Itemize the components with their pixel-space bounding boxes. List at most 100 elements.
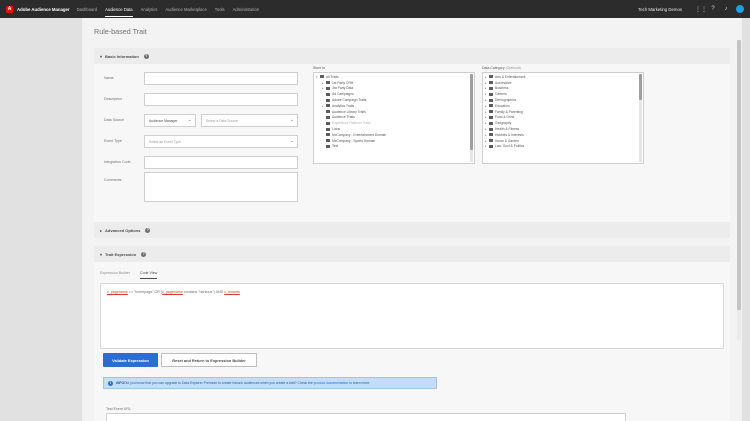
tree-item-label: Careers — [495, 92, 507, 97]
basic-information-title: Basic Information — [105, 53, 139, 59]
event-type-label: Event Type — [104, 139, 122, 143]
page-scrollbar[interactable] — [737, 40, 741, 340]
folder-icon — [326, 110, 330, 114]
folder-icon — [489, 110, 493, 114]
tree-item-label: Test — [332, 144, 339, 149]
folder-icon — [326, 144, 330, 148]
tree-item-label: Demographics — [495, 98, 517, 103]
adobe-logo-icon[interactable]: A — [6, 5, 13, 13]
code-text: == "homepage" OR ( — [127, 290, 163, 294]
data-category-scrollbar[interactable] — [639, 74, 642, 162]
page-scroll-thumb[interactable] — [737, 40, 741, 310]
data-category-list: ▸ Arts & Entertainment ▸ Automotive ▸ Busines… — [483, 73, 643, 149]
folder-icon — [326, 92, 330, 96]
validate-expression-button[interactable]: Validate Expression — [103, 353, 158, 367]
code-variable: c_pagename — [162, 290, 183, 294]
help-icon[interactable]: ? — [141, 251, 147, 257]
data-category-label: Data Category (Optional) — [482, 66, 521, 70]
nav-dashboard[interactable]: Dashboard — [77, 1, 98, 17]
store-in-tree[interactable]: ▾ All Traits ▸ 1st Party CRM ▸ 3rd Party Data… — [313, 72, 475, 164]
tab-expression-builder[interactable]: Expression Builder — [100, 271, 130, 279]
notification-icon[interactable]: ♪ — [721, 6, 731, 12]
info-icon: i — [108, 380, 113, 386]
trait-expression-header[interactable]: ▾ Trait Expression ? — [94, 246, 730, 262]
top-right-controls: Tech Marketing Demos ⋮⋮ ? ♪ — [638, 0, 744, 18]
tree-item-label: Health & Fitness — [495, 127, 520, 132]
nav-administration[interactable]: Administration — [233, 1, 260, 17]
folder-icon — [489, 86, 493, 90]
folder-icon — [489, 75, 493, 79]
tree-item-label: Lotus — [332, 127, 341, 132]
nav-audience-marketplace[interactable]: Audience Marketplace — [165, 1, 206, 17]
tree-item-label: Family & Parenting — [495, 109, 523, 114]
nav-analytics[interactable]: Analytics — [141, 1, 158, 17]
help-icon[interactable]: ? — [145, 227, 151, 233]
tree-item-label: 3rd Party Data — [332, 86, 354, 91]
trait-expression-title: Trait Expression — [105, 251, 137, 257]
data-category-label-text: Data Category — [482, 66, 505, 70]
code-variable: c_pagename — [107, 290, 128, 294]
help-icon[interactable]: ? — [708, 6, 718, 12]
expression-tabs: Expression Builder Code View — [100, 271, 167, 279]
integration-code-input[interactable] — [144, 156, 298, 169]
tree-item-label: All Traits — [326, 74, 339, 79]
grid-icon[interactable]: ⋮⋮ — [695, 6, 707, 13]
nav-tools[interactable]: Tools — [215, 1, 225, 17]
main-nav: Dashboard Audience Data Analytics Audien… — [77, 1, 268, 17]
user-avatar[interactable] — [736, 5, 744, 13]
caret-down-icon: ▾ — [100, 53, 103, 59]
tree-item-label: Home & Garden — [495, 138, 519, 143]
folder-icon — [326, 115, 330, 119]
tree-item-label: Audience Traits — [332, 115, 355, 120]
advanced-options-header[interactable]: ▸ Advanced Options ? — [94, 222, 730, 238]
tree-item[interactable]: Test — [316, 144, 474, 150]
tree-item-label: Ad Campaigns — [332, 92, 354, 97]
caret-right-icon: ▸ — [100, 227, 103, 233]
folder-icon — [489, 104, 493, 108]
tree-item-label: Automotive — [495, 80, 512, 85]
tab-code-view[interactable]: Code View — [139, 271, 158, 279]
nav-audience-data[interactable]: Audience Data — [105, 1, 133, 17]
data-category-optional: (Optional) — [505, 66, 521, 70]
page-content: Rule-based Trait ▾ Basic Information ? N… — [82, 18, 742, 421]
folder-icon — [489, 121, 493, 125]
test-event-url-input[interactable] — [106, 413, 626, 421]
folder-icon — [326, 121, 330, 125]
name-label: Name — [104, 76, 114, 80]
event-type-select[interactable]: Select an Event Type — [144, 135, 298, 148]
tree-item-label: Arts & Entertainment — [495, 74, 526, 79]
data-category-tree[interactable]: ▸ Arts & Entertainment ▸ Automotive ▸ Busines… — [482, 72, 644, 164]
tree-item-label: Food & Drink — [495, 115, 515, 120]
tree-item-label: Hobbies & Interests — [495, 132, 524, 137]
description-input[interactable] — [144, 93, 298, 106]
advanced-options-title: Advanced Options — [105, 227, 141, 233]
store-in-scrollbar[interactable] — [470, 74, 473, 162]
top-nav-bar: A Adobe Audience Manager Dashboard Audie… — [0, 0, 750, 18]
store-in-label: Store In — [313, 66, 326, 70]
folder-icon — [326, 86, 330, 90]
info-text: Did you know that you can upgrade to Dat… — [124, 381, 313, 385]
data-source-detail-select[interactable]: Select a Data Source — [201, 114, 298, 127]
reset-expression-button[interactable]: Reset and Return to Expression Builder — [161, 353, 257, 367]
data-source-select[interactable]: Audience Manager — [144, 114, 196, 127]
basic-information-header[interactable]: ▾ Basic Information ? — [94, 48, 730, 64]
tree-item-label: McCompany - Entertainment Domain — [332, 132, 387, 137]
data-category-scroll-thumb[interactable] — [639, 74, 642, 100]
app-name[interactable]: Adobe Audience Manager — [17, 7, 70, 12]
tree-item-label: Business — [495, 86, 509, 91]
comments-textarea[interactable] — [144, 172, 298, 202]
tree-item[interactable]: ▸ Law, Govt & Politics — [485, 144, 643, 150]
folder-icon — [489, 98, 493, 102]
folder-icon — [489, 133, 493, 137]
store-in-scroll-thumb[interactable] — [470, 74, 473, 150]
org-name[interactable]: Tech Marketing Demos — [638, 7, 682, 12]
product-documentation-link[interactable]: product documentation — [314, 381, 349, 385]
tree-item-label: McCompany - Sports Domain — [332, 138, 376, 143]
folder-icon — [320, 75, 324, 79]
info-text-end: to learn more. — [349, 381, 371, 385]
name-input[interactable] — [144, 72, 298, 85]
folder-icon — [326, 127, 330, 131]
help-icon[interactable]: ? — [143, 53, 149, 59]
folder-icon — [326, 81, 330, 85]
code-view-editor[interactable]: c_pagename == "homepage" OR (c_pagename … — [100, 283, 724, 349]
